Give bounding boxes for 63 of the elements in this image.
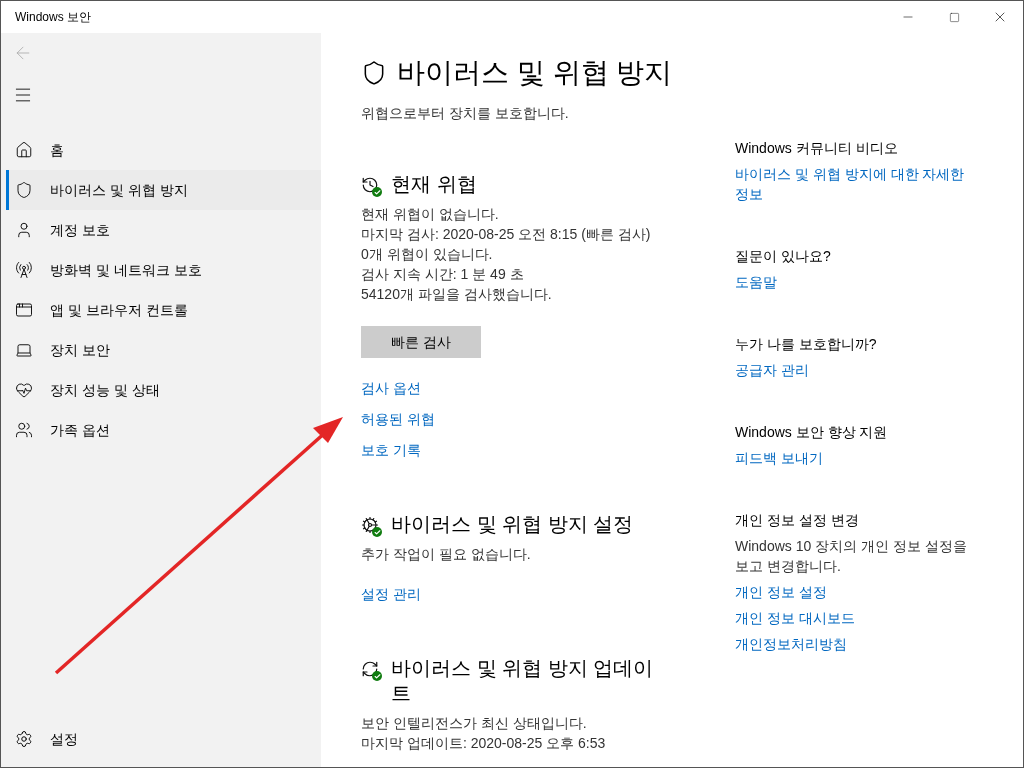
sidebar-item[interactable]: 홈 bbox=[6, 130, 321, 170]
app-window-icon bbox=[15, 301, 33, 319]
link[interactable]: 설정 관리 bbox=[361, 584, 421, 604]
status-text: 검사 지속 시간: 1 분 49 초 bbox=[361, 265, 525, 284]
link[interactable]: 허용된 위협 bbox=[361, 409, 435, 429]
aside-heading: 개인 정보 설정 변경 bbox=[735, 511, 860, 530]
aside-heading: Windows 커뮤니티 비디오 bbox=[735, 139, 899, 158]
refresh-check-icon bbox=[361, 660, 381, 680]
sidebar-label: 앱 및 브라우저 컨트롤 bbox=[50, 300, 188, 320]
link[interactable]: 개인 정보 설정 bbox=[735, 582, 975, 602]
link[interactable]: 개인 정보 대시보드 bbox=[735, 608, 975, 628]
section-heading: 바이러스 및 위협 방지 설정 bbox=[391, 512, 635, 537]
home-icon bbox=[15, 141, 33, 159]
aside-heading: 누가 나를 보호합니까? bbox=[735, 335, 878, 354]
settings-label: 설정 bbox=[50, 729, 78, 749]
quick-scan-button[interactable]: 빠른 검사 bbox=[361, 326, 481, 358]
sidebar-label: 장치 성능 및 상태 bbox=[50, 380, 160, 400]
link[interactable]: 피드백 보내기 bbox=[735, 448, 975, 468]
clock-check-icon bbox=[361, 176, 381, 196]
people-icon bbox=[15, 421, 33, 439]
sidebar-item[interactable]: 방화벽 및 네트워크 보호 bbox=[6, 250, 321, 290]
link[interactable]: 도움말 bbox=[735, 272, 975, 292]
link[interactable]: 개인정보처리방침 bbox=[735, 634, 975, 654]
maximize-icon bbox=[948, 11, 960, 23]
sidebar-label: 홈 bbox=[50, 140, 64, 160]
laptop-icon bbox=[15, 341, 33, 359]
sidebar-item[interactable]: 가족 옵션 bbox=[6, 410, 321, 450]
page-title: 바이러스 및 위협 방지 bbox=[397, 56, 673, 90]
status-text: 보안 인텔리전스가 최신 상태입니다. bbox=[361, 714, 588, 733]
section-heading: 현재 위협 bbox=[391, 172, 478, 197]
status-text: 0개 위협이 있습니다. bbox=[361, 245, 494, 264]
heart-pulse-icon bbox=[15, 381, 33, 399]
link[interactable]: 검사 옵션 bbox=[361, 378, 421, 398]
sidebar-item[interactable]: 장치 성능 및 상태 bbox=[6, 370, 321, 410]
sidebar-label: 장치 보안 bbox=[50, 340, 110, 360]
status-text: 54120개 파일을 검사했습니다. bbox=[361, 285, 553, 304]
link[interactable]: 바이러스 및 위협 방지에 대한 자세한 정보 bbox=[735, 164, 975, 204]
status-text: 현재 위협이 없습니다. bbox=[361, 205, 500, 224]
link[interactable]: 보호 기록 bbox=[361, 440, 421, 460]
settings-icon bbox=[15, 730, 33, 748]
sidebar-label: 가족 옵션 bbox=[50, 420, 110, 440]
sidebar-label: 바이러스 및 위협 방지 bbox=[50, 180, 188, 200]
settings-item[interactable]: 설정 bbox=[1, 719, 321, 759]
window-title: Windows 보안 bbox=[15, 9, 91, 26]
person-icon bbox=[15, 221, 33, 239]
sidebar-item[interactable]: 앱 및 브라우저 컨트롤 bbox=[6, 290, 321, 330]
shield-icon bbox=[15, 181, 33, 199]
sidebar-label: 방화벽 및 네트워크 보호 bbox=[50, 260, 202, 280]
gears-check-icon bbox=[361, 516, 381, 536]
status-text: 마지막 업데이트: 2020-08-25 오후 6:53 bbox=[361, 734, 607, 753]
section-heading: 바이러스 및 위협 방지 업데이트 bbox=[391, 656, 655, 706]
status-text: 마지막 검사: 2020-08-25 오전 8:15 (빠른 검사) bbox=[361, 225, 652, 244]
sidebar-label: 계정 보호 bbox=[50, 220, 110, 240]
aside-text: Windows 10 장치의 개인 정보 설정을 보고 변경합니다. bbox=[735, 537, 968, 576]
aside-heading: 질문이 있나요? bbox=[735, 247, 832, 266]
sidebar-item[interactable]: 장치 보안 bbox=[6, 330, 321, 370]
antenna-icon bbox=[15, 261, 33, 279]
page-subtitle: 위협으로부터 장치를 보호합니다. bbox=[361, 104, 570, 123]
link[interactable]: 공급자 관리 bbox=[735, 360, 975, 380]
sidebar-item[interactable]: 바이러스 및 위협 방지 bbox=[6, 170, 321, 210]
aside-heading: Windows 보안 향상 지원 bbox=[735, 423, 889, 442]
sidebar-item[interactable]: 계정 보호 bbox=[6, 210, 321, 250]
status-text: 추가 작업이 필요 없습니다. bbox=[361, 545, 532, 564]
